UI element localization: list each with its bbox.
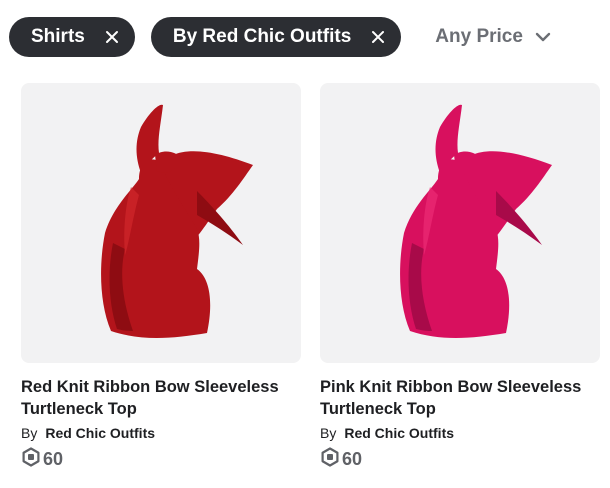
robux-icon (21, 447, 41, 472)
creator-link[interactable]: Red Chic Outfits (344, 425, 454, 441)
knit-top-image (101, 104, 253, 338)
item-thumbnail[interactable] (21, 83, 301, 363)
chip-label: Shirts (31, 26, 85, 47)
filter-chip-shirts[interactable]: Shirts (9, 17, 135, 57)
item-title[interactable]: Pink Knit Ribbon Bow Sleeveless Turtlene… (320, 376, 600, 420)
item-price: 60 (320, 447, 600, 472)
price-value: 60 (43, 449, 64, 469)
item-title-line: Red Knit Ribbon Bow Sleeveless (21, 378, 279, 396)
knit-top-image (400, 104, 552, 338)
creator-link[interactable]: Red Chic Outfits (45, 425, 155, 441)
price-dropdown[interactable]: Any Price (435, 26, 551, 48)
item-price: 60 (21, 447, 301, 472)
item-creator: By Red Chic Outfits (320, 425, 600, 441)
by-label: By (320, 425, 337, 441)
item-creator: By Red Chic Outfits (21, 425, 301, 441)
item-card[interactable]: Red Knit Ribbon Bow Sleeveless Turtlenec… (21, 83, 301, 472)
item-grid: Red Knit Ribbon Bow Sleeveless Turtlenec… (21, 83, 600, 472)
price-value: 60 (342, 449, 363, 469)
chip-label: By Red Chic Outfits (172, 26, 352, 47)
robux-icon (320, 447, 340, 472)
item-thumbnail[interactable] (320, 83, 600, 363)
by-label: By (21, 425, 38, 441)
filter-chip-creator[interactable]: By Red Chic Outfits (150, 17, 402, 57)
chevron-down-icon (535, 26, 551, 48)
filter-bar: Shirts By Red Chic Outfits Any Price (9, 16, 551, 58)
item-title[interactable]: Red Knit Ribbon Bow Sleeveless Turtlenec… (21, 376, 301, 420)
close-icon[interactable] (105, 30, 119, 44)
item-card[interactable]: Pink Knit Ribbon Bow Sleeveless Turtlene… (320, 83, 600, 472)
item-title-line: Turtleneck Top (21, 400, 137, 418)
price-dropdown-label: Any Price (435, 26, 523, 47)
item-title-line: Turtleneck Top (320, 400, 436, 418)
item-title-line: Pink Knit Ribbon Bow Sleeveless (320, 378, 582, 396)
close-icon[interactable] (371, 30, 385, 44)
